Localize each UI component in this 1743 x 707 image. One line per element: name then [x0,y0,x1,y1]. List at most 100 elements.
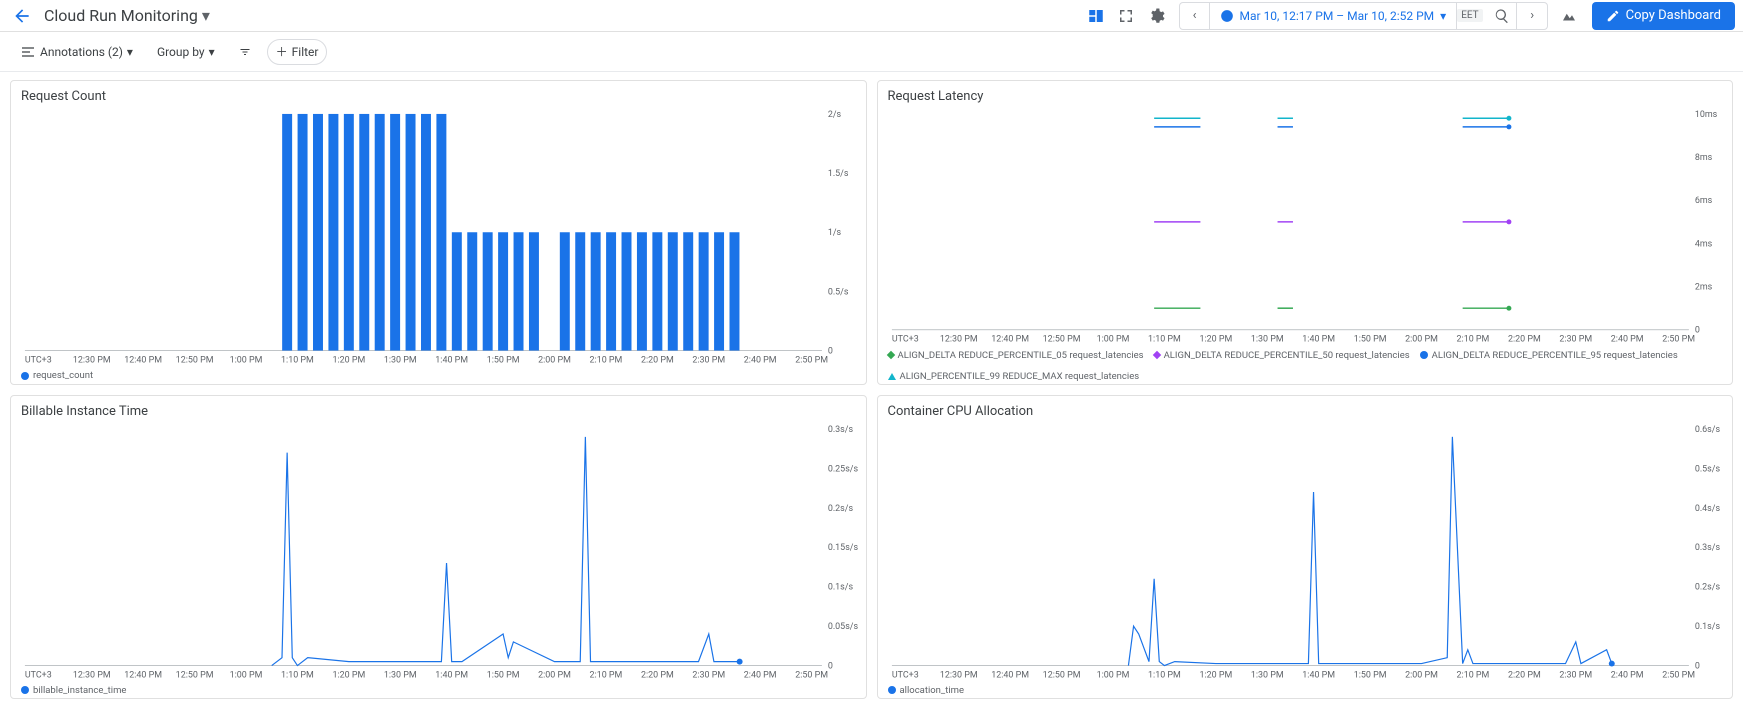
legend-item[interactable]: ALIGN_DELTA REDUCE_PERCENTILE_50 request… [1154,350,1410,361]
svg-text:2:40 PM: 2:40 PM [1610,335,1643,345]
svg-text:4ms: 4ms [1694,239,1712,249]
chart-svg: 00.1s/s0.2s/s0.3s/s0.4s/s0.5s/s0.6s/sUTC… [882,423,1729,683]
svg-text:12:40 PM: 12:40 PM [124,355,162,365]
compare-button[interactable] [1554,2,1584,30]
chart-legend: billable_instance_time [11,683,866,699]
timezone-chip[interactable]: EET [1457,9,1482,22]
page-title[interactable]: Cloud Run Monitoring ▾ [44,6,210,25]
svg-text:2:50 PM: 2:50 PM [795,670,828,680]
chart-legend: allocation_time [878,683,1733,699]
settings-button[interactable] [1141,2,1171,30]
svg-text:2:00 PM: 2:00 PM [1405,670,1438,680]
svg-text:0.5/s: 0.5/s [828,287,849,297]
copy-dashboard-label: Copy Dashboard [1626,8,1721,23]
svg-text:2:10 PM: 2:10 PM [1456,670,1489,680]
pencil-icon [1606,9,1620,23]
legend-item[interactable]: ALIGN_DELTA REDUCE_PERCENTILE_95 request… [1420,350,1678,361]
chart-plot[interactable]: 00.5/s1/s1.5/s2/sUTC+312:30 PM12:40 PM12… [11,104,866,368]
svg-text:UTC+3: UTC+3 [25,670,52,680]
svg-text:1:30 PM: 1:30 PM [384,670,417,680]
sort-button[interactable] [231,39,259,65]
svg-text:1:30 PM: 1:30 PM [384,355,417,365]
chart-svg: 00.05s/s0.1s/s0.15s/s0.2s/s0.25s/s0.3s/s… [15,423,862,683]
filter-list-icon [239,44,251,60]
legend-swatch-icon [1420,351,1428,359]
zoom-out-button[interactable] [1487,2,1517,30]
chart-plot[interactable]: 02ms4ms6ms8ms10msUTC+312:30 PM12:40 PM12… [878,104,1733,348]
svg-text:1:10 PM: 1:10 PM [281,670,314,680]
chart-plot[interactable]: 00.1s/s0.2s/s0.3s/s0.4s/s0.5s/s0.6s/sUTC… [878,419,1733,683]
time-range-picker[interactable]: Mar 10, 12:17 PM – Mar 10, 2:52 PM ▾ [1210,2,1458,30]
layout-button[interactable] [1081,2,1111,30]
svg-text:1:20 PM: 1:20 PM [1199,670,1232,680]
legend-item[interactable]: ALIGN_DELTA REDUCE_PERCENTILE_05 request… [888,350,1144,361]
svg-text:2:30 PM: 2:30 PM [1559,670,1592,680]
back-button[interactable] [8,2,36,30]
svg-text:2:00 PM: 2:00 PM [1405,335,1438,345]
arrow-back-icon [12,6,32,26]
copy-dashboard-button[interactable]: Copy Dashboard [1592,2,1735,30]
svg-text:2:10 PM: 2:10 PM [590,670,623,680]
svg-text:2:00 PM: 2:00 PM [538,670,571,680]
svg-text:1:40 PM: 1:40 PM [435,355,468,365]
svg-text:2:30 PM: 2:30 PM [692,670,725,680]
legend-item[interactable]: ALIGN_PERCENTILE_99 REDUCE_MAX request_l… [888,371,1140,382]
svg-text:12:40 PM: 12:40 PM [991,335,1029,345]
time-prev-button[interactable]: ‹ [1180,2,1210,30]
svg-text:1:10 PM: 1:10 PM [1148,335,1181,345]
svg-text:1:50 PM: 1:50 PM [487,670,520,680]
magnifier-icon [1494,8,1510,24]
svg-text:UTC+3: UTC+3 [891,670,918,680]
dashboard-toolbar: Annotations (2) ▾ Group by ▾ ＋ Filter [0,32,1743,72]
legend-swatch-icon [886,351,894,359]
svg-text:0.3s/s: 0.3s/s [828,424,854,434]
svg-text:1:20 PM: 1:20 PM [1199,335,1232,345]
svg-text:1:50 PM: 1:50 PM [487,355,520,365]
svg-text:0.4s/s: 0.4s/s [1694,503,1720,513]
svg-text:12:40 PM: 12:40 PM [124,670,162,680]
annotations-label: Annotations (2) [40,45,123,59]
svg-text:2/s: 2/s [828,110,842,120]
svg-text:0: 0 [828,661,833,671]
svg-text:1:30 PM: 1:30 PM [1250,335,1283,345]
svg-text:10ms: 10ms [1694,110,1717,120]
gear-icon [1147,7,1165,25]
chart-card-container-cpu-allocation: Container CPU Allocation 00.1s/s0.2s/s0.… [877,395,1734,700]
svg-text:8ms: 8ms [1694,153,1712,163]
svg-text:0.2s/s: 0.2s/s [828,503,854,513]
chart-title: Container CPU Allocation [878,396,1733,419]
svg-text:1:00 PM: 1:00 PM [1096,335,1129,345]
chart-card-billable-instance-time: Billable Instance Time 00.05s/s0.1s/s0.1… [10,395,867,700]
svg-text:2:20 PM: 2:20 PM [641,355,674,365]
annotations-menu[interactable]: Annotations (2) ▾ [12,39,141,65]
svg-text:12:50 PM: 12:50 PM [176,670,214,680]
fullscreen-button[interactable] [1111,2,1141,30]
svg-text:1:20 PM: 1:20 PM [332,355,365,365]
svg-text:12:50 PM: 12:50 PM [1042,335,1080,345]
add-filter-button[interactable]: ＋ Filter [267,39,328,65]
svg-text:0: 0 [1694,326,1699,336]
svg-text:0.1s/s: 0.1s/s [828,582,854,592]
svg-text:1:30 PM: 1:30 PM [1250,670,1283,680]
legend-item[interactable]: request_count [21,370,93,381]
svg-text:0.2s/s: 0.2s/s [1694,582,1720,592]
svg-text:1:10 PM: 1:10 PM [281,355,314,365]
svg-text:2:10 PM: 2:10 PM [1456,335,1489,345]
legend-item[interactable]: billable_instance_time [21,685,126,696]
legend-label: ALIGN_DELTA REDUCE_PERCENTILE_95 request… [1432,350,1678,361]
svg-text:UTC+3: UTC+3 [891,335,918,345]
caret-down-icon: ▾ [1440,9,1446,23]
time-next-button[interactable]: › [1517,2,1547,30]
svg-text:2:10 PM: 2:10 PM [590,355,623,365]
chart-plot[interactable]: 00.05s/s0.1s/s0.15s/s0.2s/s0.25s/s0.3s/s… [11,419,866,683]
svg-text:1:00 PM: 1:00 PM [1096,670,1129,680]
svg-text:2:50 PM: 2:50 PM [795,355,828,365]
svg-text:1.5/s: 1.5/s [828,169,849,179]
chart-title: Billable Instance Time [11,396,866,419]
svg-text:12:50 PM: 12:50 PM [176,355,214,365]
clock-icon [1220,9,1234,23]
caret-down-icon: ▾ [209,45,215,59]
group-by-menu[interactable]: Group by ▾ [149,39,223,65]
fullscreen-icon [1117,7,1135,25]
legend-item[interactable]: allocation_time [888,685,965,696]
